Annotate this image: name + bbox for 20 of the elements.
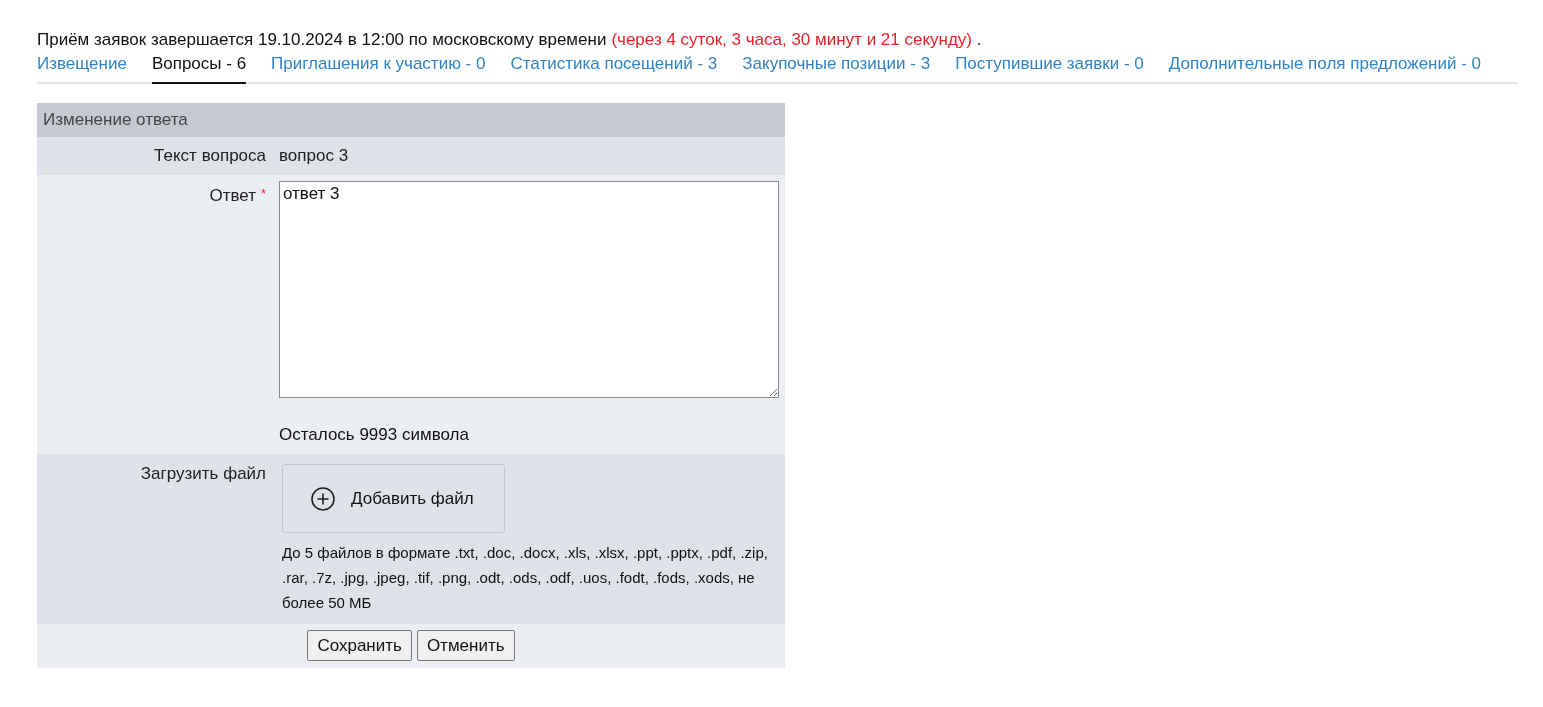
tab[interactable]: Приглашения к участию - 0	[271, 53, 486, 84]
tab[interactable]: Извещение	[37, 53, 127, 84]
question-text: вопрос 3	[279, 146, 349, 166]
character-counter: Осталось 9993 символа	[279, 425, 469, 445]
answer-field[interactable]: ответ 3	[279, 181, 779, 398]
question-label: Текст вопроса	[154, 146, 266, 166]
plus-circle-icon	[311, 486, 335, 511]
tab[interactable]: Вопросы - 6	[151, 53, 247, 84]
tab[interactable]: Статистика посещений - 3	[510, 53, 718, 84]
answer-label: Ответ $^{*}$	[209, 185, 266, 206]
save-button[interactable]: Сохранить	[307, 630, 412, 661]
tab[interactable]: Поступившие заявки - 0	[955, 53, 1144, 84]
deadline-notice: Приём заявок завершается 19.10.2024 в 12:00 по московскому времени (через 4 суток, 3 часа, 30 минут и 21 секунду) .	[37, 30, 982, 50]
tab[interactable]: Закупочные позиции - 3	[742, 53, 931, 84]
upload-label: Загрузить файл	[140, 464, 266, 484]
tab[interactable]: Дополнительные поля предложений - 0	[1168, 53, 1482, 84]
cancel-button[interactable]: Отменить	[416, 630, 515, 661]
form-header: Изменение ответа	[37, 103, 785, 137]
file-format-hint: До 5 файлов в формате .txt, .doc, .docx, .xls, .xlsx, .ppt, .pptx, .pdf, .zip, .rar, .7z, .jpg, .jpeg, .tif, .png, .odt, .ods, .odf, .uos, .fodt, .fods, .xods, не более 50 МБ	[282, 543, 769, 613]
add-file-button[interactable]: Добавить файл	[282, 464, 505, 533]
